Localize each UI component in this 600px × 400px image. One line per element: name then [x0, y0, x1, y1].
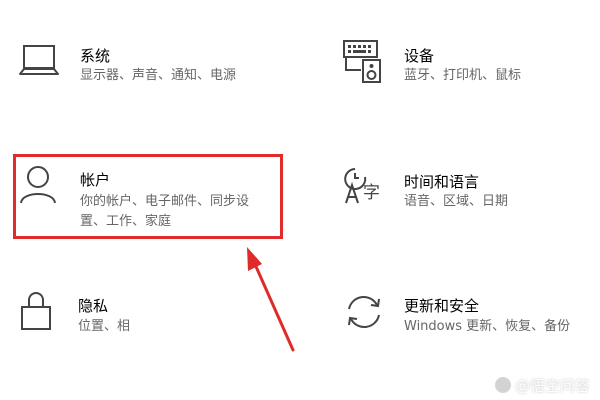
tile-description: 语音、区域、日期 [404, 194, 509, 209]
tile-title: 更新和安全 [404, 297, 480, 315]
settings-tile-devices[interactable]: 设备 蓝牙、打印机、鼠标 [343, 40, 600, 130]
lock-icon [18, 291, 62, 335]
watermark-text: @悟空问答 [514, 377, 590, 395]
tile-description: 位置、相 [78, 319, 131, 334]
tile-title: 设备 [404, 47, 435, 65]
settings-tile-system[interactable]: 系统 显示器、声音、通知、电源 [18, 40, 298, 130]
watermark: @悟空问答 [494, 375, 590, 396]
time-language-icon: 字 [343, 165, 387, 209]
svg-text:字: 字 [363, 183, 380, 203]
laptop-icon [18, 40, 62, 84]
settings-tile-update-security[interactable]: 更新和安全 Windows 更新、恢复、备份 [343, 291, 600, 381]
settings-tile-time-language[interactable]: 字 时间和语言 语音、区域、日期 [343, 165, 600, 255]
settings-tile-privacy[interactable]: 隐私 位置、相 [18, 291, 298, 381]
tile-description: 显示器、声音、通知、电源 [80, 68, 237, 83]
sync-icon [343, 291, 387, 335]
tile-title: 时间和语言 [404, 173, 480, 191]
tile-description: 蓝牙、打印机、鼠标 [404, 68, 522, 83]
tile-title: 系统 [80, 47, 111, 65]
watermark-logo-icon [494, 377, 511, 393]
tile-description: Windows 更新、恢复、备份 [404, 319, 571, 334]
tile-title: 隐私 [78, 297, 109, 315]
highlight-box [13, 154, 283, 239]
keyboard-speaker-icon [343, 40, 387, 84]
